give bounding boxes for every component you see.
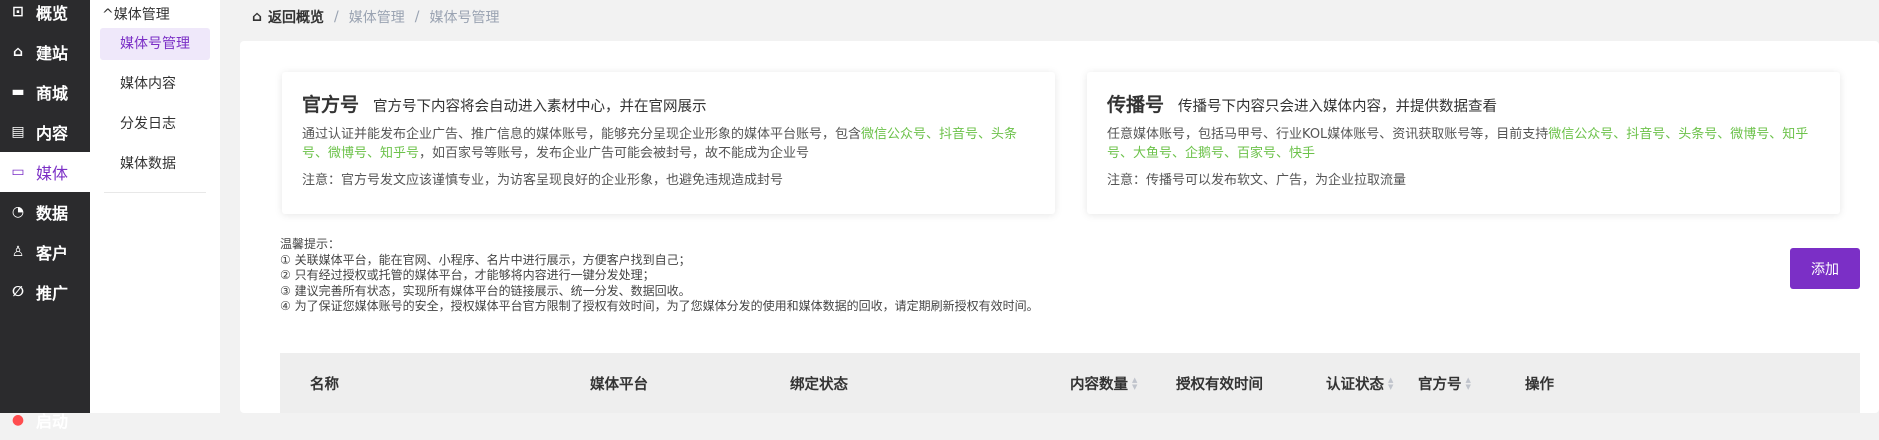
sort-icon[interactable]: ▲ ▼ [1466,376,1471,391]
paperclip-icon: ∅ [12,284,24,300]
official-account-card: 官方号 官方号下内容将会自动进入素材中心，并在官网展示 通过认证并能发布企业广告、… [282,72,1055,214]
content-panel: 官方号 官方号下内容将会自动进入素材中心，并在官网展示 通过认证并能发布企业广告、… [240,41,1879,413]
breadcrumb: ⌂ 返回概览 / 媒体管理 / 媒体号管理 [252,7,499,27]
column-label: 媒体平台 [590,377,648,393]
table-header: 名称 媒体平台 绑定状态 内容数量 ▲ ▼ 授权有效时间 认证状态 ▲ ▼ 官方号 ▲ ▼ 操作 [280,353,1860,413]
nav-item-label: 启动 [36,412,69,431]
main-sidebar: ⊡ 概览 ⌂ 建站 ▬ 商城 ▤ 内容 ▭ 媒体 ◔ 数据 ♙ 客户 ∅ 推广 ● 启动 [0,0,90,431]
nav-item-label: 商城 [36,84,69,103]
tip-item: ③ 建议完善所有状态，实现所有媒体平台的链接展示、统一分发、数据回收。 [280,283,691,298]
sort-icon[interactable]: ▲ ▼ [1388,376,1393,391]
submenu-group-toggle[interactable]: ^媒体管理 [90,0,220,28]
nav-item-pie-chart[interactable]: ◔ 数据 [0,192,90,232]
tip-item: ② 只有经过授权或托管的媒体平台，才能够将内容进行一键分发处理； [280,268,655,283]
column-header: 媒体平台 [590,373,648,394]
column-header[interactable]: 认证状态 ▲ ▼ [1326,373,1393,394]
nav-item-launch[interactable]: ● 启动 [0,400,68,440]
nav-item-label: 客户 [36,244,69,263]
breadcrumb-home-label: 返回概览 [268,10,325,26]
column-header: 授权有效时间 [1176,373,1263,394]
desc-text: ，如百家号等账号，发布企业广告可能会被封号，故不能成为企业号 [419,146,810,161]
column-header[interactable]: 官方号 ▲ ▼ [1418,373,1471,394]
sort-icon[interactable]: ▲ ▼ [1132,376,1137,391]
card-note: 注意：官方号发文应该谨慎专业，为访客呈现良好的企业形象，也避免违规造成封号 [302,173,784,188]
submenu-item-media-accounts[interactable]: 媒体号管理 [100,28,210,60]
column-header[interactable]: 内容数量 ▲ ▼ [1070,373,1137,394]
breadcrumb-current: 媒体号管理 [429,10,500,26]
document-icon: ▤ [11,124,25,140]
nav-item-user[interactable]: ♙ 客户 [0,232,90,272]
column-label: 官方号 [1418,377,1462,393]
desc-text: 通过认证并能发布企业广告、推广信息的媒体账号，能够充分呈现企业形象的媒体平台账号… [302,127,862,142]
nav-item-label: 推广 [36,284,69,303]
column-label: 认证状态 [1326,377,1384,393]
nav-item-media[interactable]: ▭ 媒体 [0,152,90,192]
nav-item-shop[interactable]: ▬ 商城 [0,72,90,112]
submenu-item-media-content[interactable]: 媒体内容 [100,68,210,100]
card-description: 任意媒体账号，包括马甲号、行业KOL媒体账号、资讯获取账号等，目前支持微信公众号… [1107,125,1820,163]
tips: 温馨提示： ① 关联媒体平台，能在官网、小程序、名片中进行展示，方便客户找到自己… [280,237,1039,315]
column-header: 操作 [1525,373,1554,394]
chevron-up-icon: ^ [102,7,114,23]
card-subtitle: 传播号下内容只会进入媒体内容，并提供数据查看 [1178,99,1498,115]
submenu: ^媒体管理 媒体号管理 媒体内容 分发日志 媒体数据 [90,0,220,413]
separator: / [414,9,420,25]
launch-icon: ● [11,412,25,428]
column-label: 授权有效时间 [1176,377,1263,393]
overview-icon: ⊡ [12,4,24,20]
breadcrumb-media-management[interactable]: 媒体管理 [349,7,405,27]
column-label: 名称 [310,377,339,393]
media-icon: ▭ [11,164,25,180]
nav-item-overview[interactable]: ⊡ 概览 [0,0,90,32]
breadcrumb-home[interactable]: ⌂ 返回概览 [252,7,324,27]
nav-item-home[interactable]: ⌂ 建站 [0,32,90,72]
tip-item: ④ 为了保证您媒体账号的安全，授权媒体平台官方限制了授权有效时间，为了您媒体分发… [280,299,1039,314]
card-note: 注意：传播号可以发布软文、广告，为企业拉取流量 [1107,173,1407,188]
card-title: 传播号 [1107,94,1165,116]
nav-item-label: 内容 [36,124,69,143]
add-button[interactable]: 添加 [1790,248,1860,289]
column-header: 绑定状态 [790,373,848,394]
submenu-item-media-data[interactable]: 媒体数据 [100,148,210,180]
home-icon: ⌂ [252,9,263,25]
nav-item-label: 数据 [36,204,69,223]
home-icon: ⌂ [12,44,24,60]
spread-account-card: 传播号 传播号下内容只会进入媒体内容，并提供数据查看 任意媒体账号，包括马甲号、行… [1087,72,1840,214]
desc-text: 任意媒体账号，包括马甲号、行业KOL媒体账号、资讯获取账号等，目前支持 [1107,127,1549,142]
divider [104,192,206,193]
separator: / [334,9,339,25]
nav-item-document[interactable]: ▤ 内容 [0,112,90,152]
column-label: 绑定状态 [790,377,848,393]
column-label: 内容数量 [1070,377,1128,393]
tip-item: ① 关联媒体平台，能在官网、小程序、名片中进行展示，方便客户找到自己； [280,252,691,267]
column-header: 名称 [310,373,339,394]
nav-item-label: 媒体 [36,164,69,183]
submenu-title: 媒体管理 [113,7,170,23]
column-label: 操作 [1525,377,1554,393]
nav-item-label: 建站 [36,44,69,63]
card-subtitle: 官方号下内容将会自动进入素材中心，并在官网展示 [373,99,707,115]
pie-chart-icon: ◔ [11,204,25,220]
user-icon: ♙ [11,244,25,260]
card-description: 通过认证并能发布企业广告、推广信息的媒体账号，能够充分呈现企业形象的媒体平台账号… [302,125,1035,163]
shop-icon: ▬ [11,84,25,100]
card-title: 官方号 [302,94,360,116]
nav-item-paperclip[interactable]: ∅ 推广 [0,272,90,312]
nav-item-label: 概览 [36,4,69,23]
submenu-item-distribution-log[interactable]: 分发日志 [100,108,210,140]
tips-title: 温馨提示： [280,237,341,251]
